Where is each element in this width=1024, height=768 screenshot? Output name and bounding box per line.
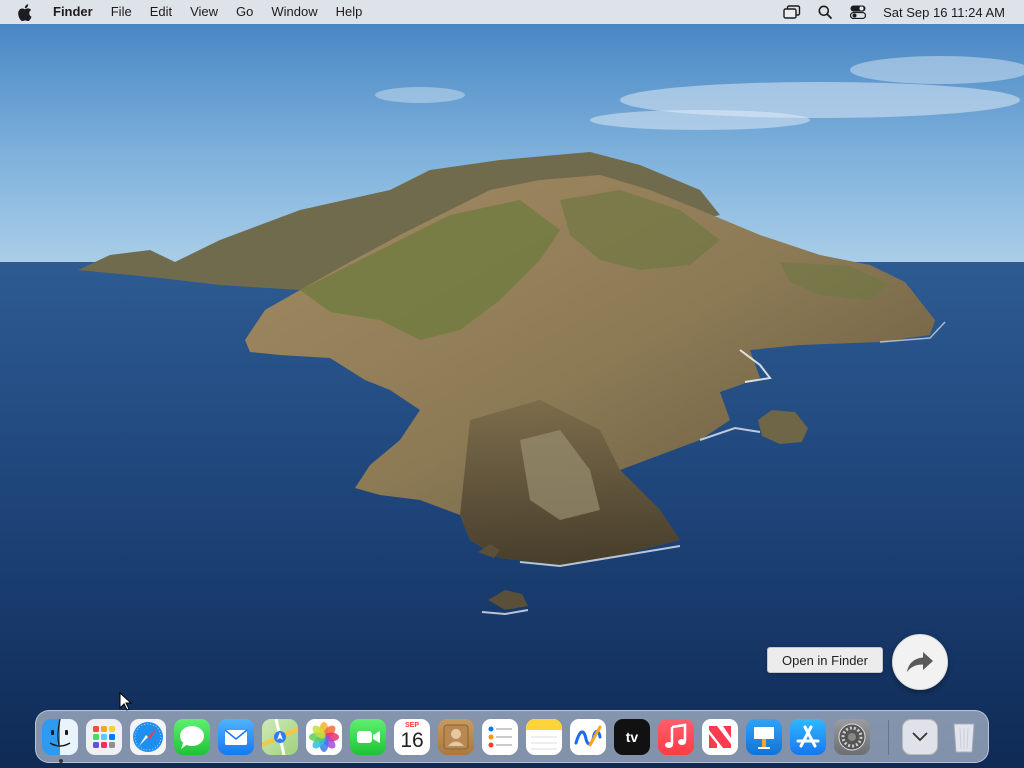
music-icon[interactable] (658, 719, 694, 755)
maps-icon[interactable] (262, 719, 298, 755)
keynote-icon[interactable] (746, 719, 782, 755)
apple-tv-icon[interactable]: tv (614, 719, 650, 755)
facetime-icon[interactable] (350, 719, 386, 755)
contacts-icon[interactable] (438, 719, 474, 755)
notes-icon[interactable] (526, 719, 562, 755)
reminders-icon[interactable] (482, 719, 518, 755)
menu-help[interactable]: Help (327, 0, 372, 24)
share-button[interactable] (892, 634, 948, 690)
apple-tv-label: tv (625, 729, 639, 745)
spotlight-search-icon[interactable] (814, 0, 836, 24)
dock: SEP 16 tv (35, 710, 989, 763)
mouse-cursor-icon (119, 692, 133, 711)
menu-file[interactable]: File (102, 0, 141, 24)
control-center-icon[interactable] (847, 0, 869, 24)
menu-window[interactable]: Window (262, 0, 326, 24)
open-in-finder-tooltip: Open in Finder (767, 647, 883, 673)
mail-icon[interactable] (218, 719, 254, 755)
calendar-day: 16 (400, 729, 424, 752)
photos-icon[interactable] (306, 719, 342, 755)
app-store-icon[interactable] (790, 719, 826, 755)
menu-go[interactable]: Go (227, 0, 262, 24)
finder-icon[interactable] (42, 719, 78, 755)
menu-bar-clock[interactable]: Sat Sep 16 11:24 AM (883, 5, 1005, 20)
screen-mirroring-icon[interactable] (781, 0, 803, 24)
safari-icon[interactable] (130, 719, 166, 755)
calendar-icon[interactable]: SEP 16 (394, 719, 430, 755)
launchpad-icon[interactable] (86, 719, 122, 755)
menu-app-finder[interactable]: Finder (44, 0, 102, 24)
menu-edit[interactable]: Edit (141, 0, 181, 24)
freeform-icon[interactable] (570, 719, 606, 755)
system-settings-icon[interactable] (834, 719, 870, 755)
trash-icon[interactable] (946, 719, 982, 755)
messages-icon[interactable] (174, 719, 210, 755)
finder-running-indicator (59, 759, 63, 763)
downloads-stack[interactable] (902, 719, 938, 755)
menu-view[interactable]: View (181, 0, 227, 24)
downloads-chevron-icon (912, 732, 928, 742)
apple-logo-icon[interactable] (17, 0, 37, 24)
menu-bar: Finder File Edit View Go Window Help Sat… (0, 0, 1024, 24)
dock-separator (888, 720, 889, 755)
news-icon[interactable] (702, 719, 738, 755)
share-arrow-icon (907, 652, 933, 672)
